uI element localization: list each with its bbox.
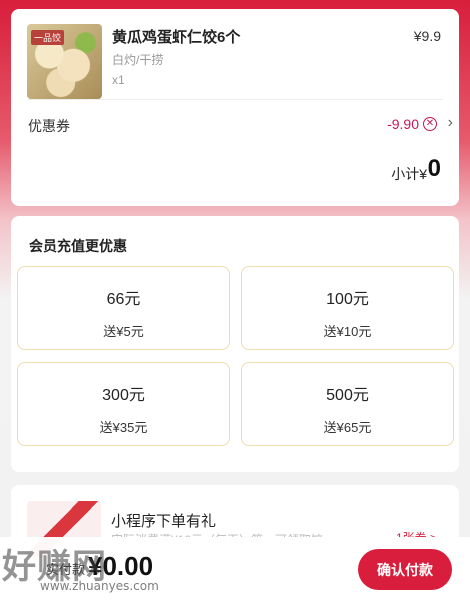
item-name: 黄瓜鸡蛋虾仁饺6个 [112,29,241,46]
tier-bonus: 送¥35元 [99,420,148,435]
watermark-url: www.zhuanyes.com [40,579,159,593]
subtotal-label: 小计¥ [391,166,427,182]
order-item-card: 一品饺 黄瓜鸡蛋虾仁饺6个 ¥9.9 白灼/干捞 x1 优惠券 -9.90 ✕ … [11,9,459,206]
tier-amount: 100元 [326,291,369,308]
member-recharge-card: 会员充值更优惠 66元 送¥5元 100元 送¥10元 300元 送¥35元 5… [11,216,459,472]
recharge-tier-100[interactable]: 100元 送¥10元 [241,266,454,350]
thumbnail-badge: 一品饺 [31,30,65,45]
tier-amount: 66元 [106,291,141,308]
recharge-title: 会员充值更优惠 [29,238,127,254]
subtotal-value: 0 [427,155,441,182]
promo-title: 小程序下单有礼 [111,513,217,530]
chevron-right-icon[interactable]: › [448,114,453,132]
tier-amount: 300元 [102,387,145,404]
tier-bonus: 送¥10元 [323,324,372,339]
item-spec: 白灼/干捞 [112,53,164,67]
dumpling-thumbnail: 一品饺 [27,24,102,99]
item-quantity: x1 [112,73,125,87]
tier-bonus: 送¥65元 [323,420,372,435]
divider [27,99,443,100]
coupon-value[interactable]: -9.90 [387,116,419,132]
close-circle-icon[interactable]: ✕ [423,117,437,131]
tier-amount: 500元 [326,387,369,404]
coupon-label: 优惠券 [28,118,70,134]
recharge-tier-500[interactable]: 500元 送¥65元 [241,362,454,446]
item-price: ¥9.9 [413,28,441,44]
recharge-tier-66[interactable]: 66元 送¥5元 [17,266,230,350]
recharge-tier-300[interactable]: 300元 送¥35元 [17,362,230,446]
tier-bonus: 送¥5元 [103,324,144,339]
confirm-payment-button[interactable]: 确认付款 [358,549,452,590]
